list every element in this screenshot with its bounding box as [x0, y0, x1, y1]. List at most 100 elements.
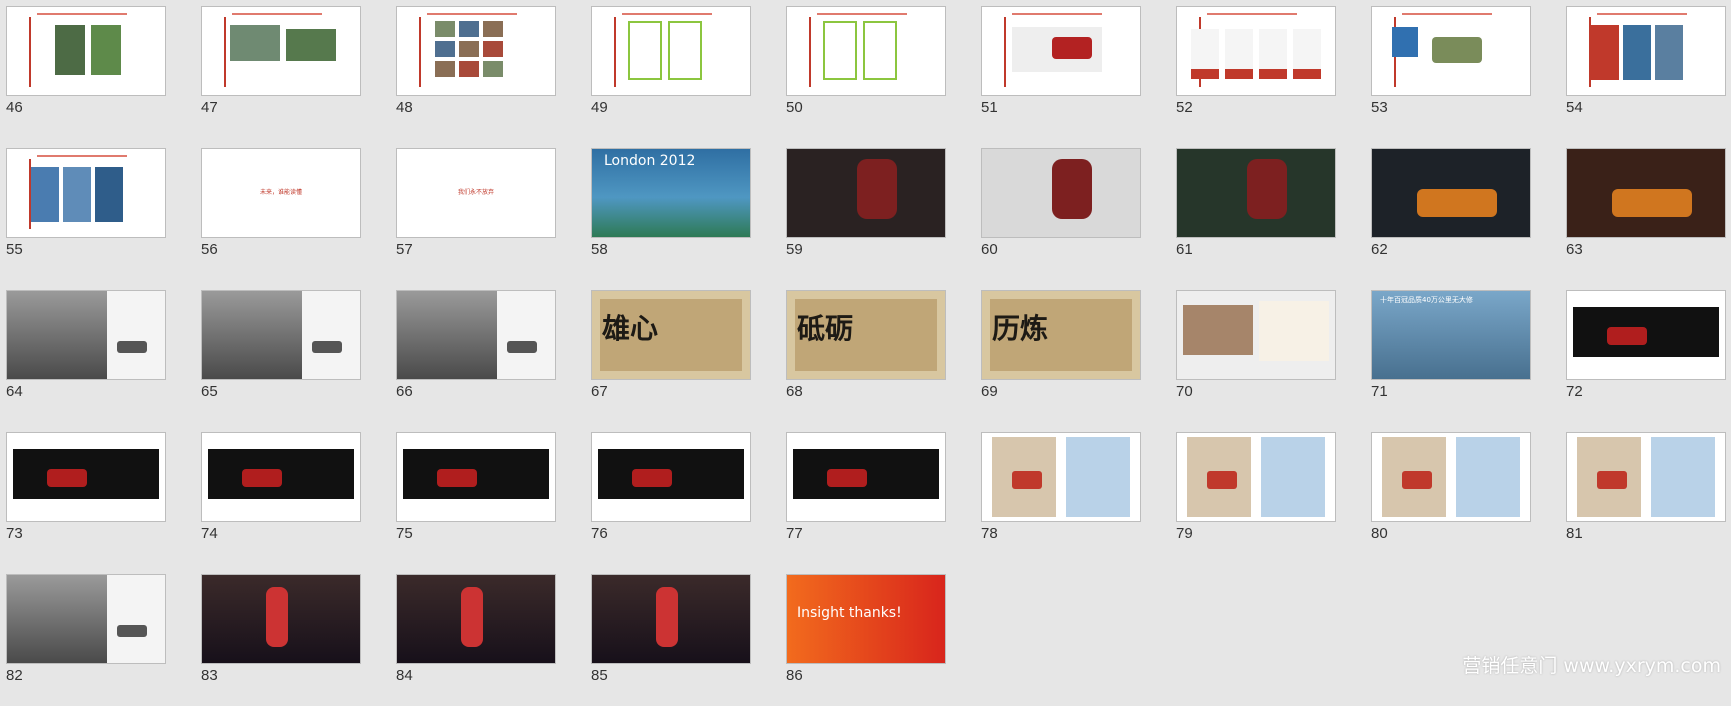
slide-tile[interactable]: 46	[6, 6, 166, 138]
header-line	[1207, 13, 1297, 15]
slide-number: 59	[786, 241, 803, 258]
slide-tile[interactable]: 60	[981, 148, 1141, 280]
slide-thumbnail[interactable]	[6, 432, 166, 522]
slide-thumbnail[interactable]	[591, 432, 751, 522]
slide-tile[interactable]: 70	[1176, 290, 1336, 422]
slide-thumbnail[interactable]	[786, 148, 946, 238]
slide-thumbnail[interactable]	[591, 574, 751, 664]
slide-thumbnail[interactable]: 砥砺	[786, 290, 946, 380]
slide-tile[interactable]: 我们永不放弃 57	[396, 148, 556, 280]
slide-tile[interactable]: 54	[1566, 6, 1726, 138]
slide-thumbnail[interactable]	[396, 432, 556, 522]
slide-tile[interactable]: 十年百冠品质40万公里无大修 71	[1371, 290, 1531, 422]
slide-tile[interactable]: 未来，谁能读懂 56	[201, 148, 361, 280]
slide-thumbnail[interactable]: 历炼	[981, 290, 1141, 380]
slide-tile[interactable]: 73	[6, 432, 166, 564]
slide-thumbnail[interactable]	[786, 6, 946, 96]
slide-tile[interactable]: 72	[1566, 290, 1726, 422]
photo	[1259, 301, 1329, 361]
slide-thumbnail[interactable]	[981, 6, 1141, 96]
slide-thumbnail[interactable]: 我们永不放弃	[396, 148, 556, 238]
slide-thumbnail[interactable]	[396, 574, 556, 664]
slide-tile[interactable]: 80	[1371, 432, 1531, 564]
slide-thumbnail[interactable]: Insight thanks!	[786, 574, 946, 664]
slide-thumbnail[interactable]	[1176, 6, 1336, 96]
slide-tile[interactable]: 63	[1566, 148, 1726, 280]
thumbnail-graphic	[55, 25, 85, 75]
slide-number: 51	[981, 99, 998, 116]
slide-tile[interactable]: 62	[1371, 148, 1531, 280]
slide-number: 46	[6, 99, 23, 116]
slide-thumbnail[interactable]: London 2012	[591, 148, 751, 238]
slide-thumbnail[interactable]	[201, 432, 361, 522]
slide-caption: 未来，谁能读懂	[259, 189, 302, 196]
slide-thumbnail[interactable]	[396, 6, 556, 96]
slide-thumbnail[interactable]: 雄心	[591, 290, 751, 380]
slide-tile[interactable]: Insight thanks! 86	[786, 574, 946, 706]
slide-thumbnail[interactable]	[1566, 148, 1726, 238]
slide-tile[interactable]: 84	[396, 574, 556, 706]
slide-tile[interactable]: 78	[981, 432, 1141, 564]
slide-tile[interactable]: 76	[591, 432, 751, 564]
header-line	[1402, 13, 1492, 15]
slide-thumbnail[interactable]	[201, 574, 361, 664]
slide-number: 79	[1176, 525, 1193, 542]
slide-thumbnail[interactable]	[981, 148, 1141, 238]
slide-thumbnail[interactable]	[1566, 290, 1726, 380]
slide-number: 61	[1176, 241, 1193, 258]
slide-tile[interactable]: 砥砺 68	[786, 290, 946, 422]
slide-number: 66	[396, 383, 413, 400]
slide-tile[interactable]: 66	[396, 290, 556, 422]
red-rule	[29, 17, 31, 87]
slide-thumbnail[interactable]	[591, 6, 751, 96]
slide-tile[interactable]: 65	[201, 290, 361, 422]
slide-thumbnail[interactable]	[1371, 432, 1531, 522]
slide-tile[interactable]: 55	[6, 148, 166, 280]
car-image	[1607, 327, 1647, 345]
slide-tile[interactable]: 77	[786, 432, 946, 564]
slide-thumbnail[interactable]	[1176, 290, 1336, 380]
slide-thumbnail[interactable]	[1176, 432, 1336, 522]
slide-tile[interactable]: 雄心 67	[591, 290, 751, 422]
slide-tile[interactable]: 48	[396, 6, 556, 138]
slide-thumbnail[interactable]	[201, 6, 361, 96]
slide-thumbnail[interactable]	[786, 432, 946, 522]
slide-tile[interactable]: 83	[201, 574, 361, 706]
thumbnail-graphic	[63, 167, 91, 222]
slide-number: 48	[396, 99, 413, 116]
slide-tile[interactable]: 85	[591, 574, 751, 706]
slide-tile[interactable]: 64	[6, 290, 166, 422]
slide-tile[interactable]: 47	[201, 6, 361, 138]
slide-thumbnail[interactable]	[201, 290, 361, 380]
slide-tile[interactable]: 81	[1566, 432, 1726, 564]
slide-number: 82	[6, 667, 23, 684]
slide-tile[interactable]: 59	[786, 148, 946, 280]
slide-thumbnail[interactable]	[396, 290, 556, 380]
slide-tile[interactable]: 74	[201, 432, 361, 564]
slide-thumbnail[interactable]	[1566, 6, 1726, 96]
slide-tile[interactable]: 历炼 69	[981, 290, 1141, 422]
slide-thumbnail[interactable]	[6, 6, 166, 96]
slide-tile[interactable]: London 2012 58	[591, 148, 751, 280]
slide-thumbnail[interactable]: 十年百冠品质40万公里无大修	[1371, 290, 1531, 380]
slide-thumbnail[interactable]: 未来，谁能读懂	[201, 148, 361, 238]
slide-tile[interactable]: 50	[786, 6, 946, 138]
slide-tile[interactable]: 49	[591, 6, 751, 138]
slide-thumbnail[interactable]	[6, 290, 166, 380]
slide-thumbnail[interactable]	[6, 148, 166, 238]
slide-thumbnail[interactable]	[1371, 6, 1531, 96]
slide-tile[interactable]: 82	[6, 574, 166, 706]
slide-tile[interactable]: 53	[1371, 6, 1531, 138]
slide-tile[interactable]: 75	[396, 432, 556, 564]
slide-thumbnail[interactable]	[981, 432, 1141, 522]
slide-number: 64	[6, 383, 23, 400]
slide-caption: 我们永不放弃	[457, 189, 494, 196]
slide-thumbnail[interactable]	[1176, 148, 1336, 238]
slide-tile[interactable]: 52	[1176, 6, 1336, 138]
slide-thumbnail[interactable]	[1371, 148, 1531, 238]
slide-tile[interactable]: 51	[981, 6, 1141, 138]
slide-thumbnail[interactable]	[6, 574, 166, 664]
slide-tile[interactable]: 61	[1176, 148, 1336, 280]
slide-tile[interactable]: 79	[1176, 432, 1336, 564]
slide-thumbnail[interactable]	[1566, 432, 1726, 522]
